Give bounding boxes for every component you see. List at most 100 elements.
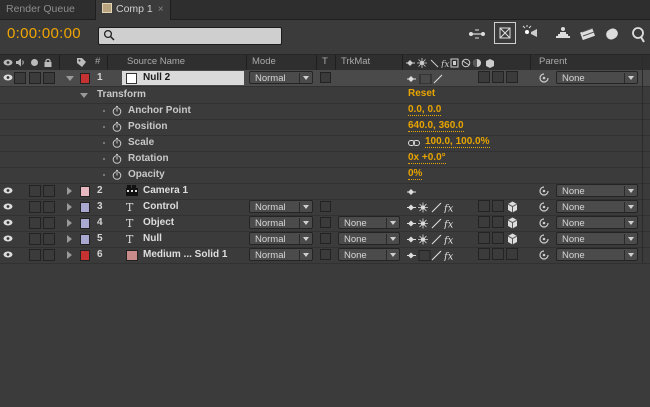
track-matte-dropdown[interactable]: None: [338, 216, 400, 229]
column-divider[interactable]: [402, 55, 403, 70]
layer-name[interactable]: Medium ... Solid 1: [143, 249, 227, 260]
switch-cell[interactable]: [492, 200, 504, 212]
3d-layer-cube-icon[interactable]: [507, 233, 518, 245]
parent-dropdown[interactable]: None: [556, 232, 638, 245]
layer-row[interactable]: 5 T Null Normal None fx None: [0, 231, 650, 248]
pick-whip-icon[interactable]: [539, 186, 549, 196]
layer-row[interactable]: 2 Camera 1 None: [0, 183, 650, 200]
audio-toggle[interactable]: [14, 72, 26, 84]
expand-triangle-icon[interactable]: [67, 219, 72, 227]
layer-name[interactable]: Null 2: [143, 72, 170, 83]
expand-triangle-icon[interactable]: [67, 203, 72, 211]
video-eye-icon[interactable]: [3, 251, 13, 258]
parent-dropdown[interactable]: None: [556, 200, 638, 213]
column-divider[interactable]: [335, 55, 336, 70]
label-color-swatch[interactable]: [80, 73, 90, 84]
switch-icons[interactable]: fx: [407, 218, 467, 229]
column-divider[interactable]: [316, 55, 317, 70]
3d-layer-cube-icon[interactable]: [507, 201, 518, 213]
preserve-transparency-checkbox[interactable]: [320, 201, 331, 212]
expand-triangle-icon[interactable]: [67, 235, 72, 243]
pick-whip-icon[interactable]: [539, 73, 549, 83]
brainstorm-icon[interactable]: [601, 23, 623, 45]
tab-render-queue[interactable]: Render Queue: [0, 0, 81, 19]
layer-search-input[interactable]: [98, 27, 282, 45]
lock-toggle[interactable]: [43, 185, 55, 197]
preserve-transparency-checkbox[interactable]: [320, 217, 331, 228]
column-divider[interactable]: [246, 55, 247, 70]
lock-toggle[interactable]: [43, 233, 55, 245]
stopwatch-icon[interactable]: [112, 106, 122, 116]
preserve-transparency-checkbox[interactable]: [320, 72, 331, 83]
column-mode[interactable]: Mode: [252, 56, 276, 67]
switch-icons[interactable]: fx: [407, 234, 467, 245]
parent-dropdown[interactable]: None: [556, 184, 638, 197]
shy-layers-icon[interactable]: [520, 23, 542, 45]
stopwatch-icon[interactable]: [112, 122, 122, 132]
video-eye-icon[interactable]: [3, 187, 13, 194]
video-eye-icon[interactable]: [3, 203, 13, 210]
blend-mode-dropdown[interactable]: Normal: [249, 216, 313, 229]
constrain-proportions-link-icon[interactable]: [408, 139, 420, 147]
switch-cell[interactable]: [492, 248, 504, 260]
solo-toggle[interactable]: [29, 249, 41, 261]
current-time-display[interactable]: 0:00:00:00: [7, 25, 81, 42]
lock-toggle[interactable]: [43, 249, 55, 261]
track-matte-dropdown[interactable]: None: [338, 248, 400, 261]
blend-mode-dropdown[interactable]: Normal: [249, 71, 313, 84]
layer-name-field[interactable]: [122, 71, 244, 85]
switch-icons[interactable]: [407, 74, 443, 84]
motion-blur-icon[interactable]: [577, 23, 599, 45]
property-value[interactable]: 640.0, 360.0: [408, 121, 464, 132]
layer-row[interactable]: 1 Null 2 Normal None: [0, 70, 650, 87]
column-trkmat[interactable]: TrkMat: [341, 56, 370, 67]
pick-whip-icon[interactable]: [539, 234, 549, 244]
layer-name[interactable]: Control: [143, 201, 179, 212]
stopwatch-icon[interactable]: [112, 170, 122, 180]
video-eye-icon[interactable]: [3, 235, 13, 242]
property-value[interactable]: 0x +0.0°: [408, 153, 446, 164]
3d-layer-cube-icon[interactable]: [507, 217, 518, 229]
solo-toggle[interactable]: [29, 217, 41, 229]
solo-toggle[interactable]: [29, 233, 41, 245]
property-row-scale[interactable]: Scale 100.0, 100.0%: [0, 135, 650, 152]
switch-icons[interactable]: fx: [407, 250, 467, 261]
switch-cell[interactable]: [506, 248, 518, 260]
layer-name[interactable]: Object: [143, 217, 174, 228]
reset-transform-button[interactable]: Reset: [408, 89, 435, 99]
label-color-swatch[interactable]: [80, 186, 90, 197]
parent-dropdown[interactable]: None: [556, 248, 638, 261]
column-source-name[interactable]: Source Name: [127, 56, 185, 67]
tab-comp-1[interactable]: Comp 1 ×: [95, 0, 171, 20]
column-divider[interactable]: [59, 55, 60, 70]
transform-group-row[interactable]: Transform Reset: [0, 87, 650, 104]
switch-cell[interactable]: [492, 216, 504, 228]
property-row-opacity[interactable]: Opacity 0%: [0, 167, 650, 184]
parent-dropdown[interactable]: None: [556, 216, 638, 229]
video-eye-icon[interactable]: [3, 74, 13, 81]
expand-triangle-icon[interactable]: [80, 93, 88, 98]
switch-cell[interactable]: [478, 232, 490, 244]
preserve-transparency-checkbox[interactable]: [320, 249, 331, 260]
switch-icons[interactable]: fx: [407, 202, 467, 213]
solo-toggle[interactable]: [29, 201, 41, 213]
stopwatch-icon[interactable]: [112, 154, 122, 164]
switch-cell[interactable]: [478, 216, 490, 228]
pick-whip-icon[interactable]: [539, 202, 549, 212]
expand-triangle-icon[interactable]: [67, 251, 72, 259]
property-value[interactable]: 0.0, 0.0: [408, 105, 442, 116]
switch-cell[interactable]: [492, 71, 504, 83]
switch-cell[interactable]: [506, 71, 518, 83]
label-color-swatch[interactable]: [80, 234, 90, 245]
stopwatch-icon[interactable]: [112, 138, 122, 148]
switch-cell[interactable]: [492, 232, 504, 244]
label-color-swatch[interactable]: [80, 218, 90, 229]
property-row-position[interactable]: Position 640.0, 360.0: [0, 119, 650, 136]
layer-row[interactable]: 3 T Control Normal fx None: [0, 199, 650, 216]
column-parent[interactable]: Parent: [539, 56, 567, 67]
switch-cell[interactable]: [478, 71, 490, 83]
shy-icon[interactable]: [407, 187, 417, 197]
property-row-rotation[interactable]: Rotation 0x +0.0°: [0, 151, 650, 168]
pick-whip-icon[interactable]: [539, 218, 549, 228]
property-value[interactable]: 0%: [408, 169, 423, 180]
